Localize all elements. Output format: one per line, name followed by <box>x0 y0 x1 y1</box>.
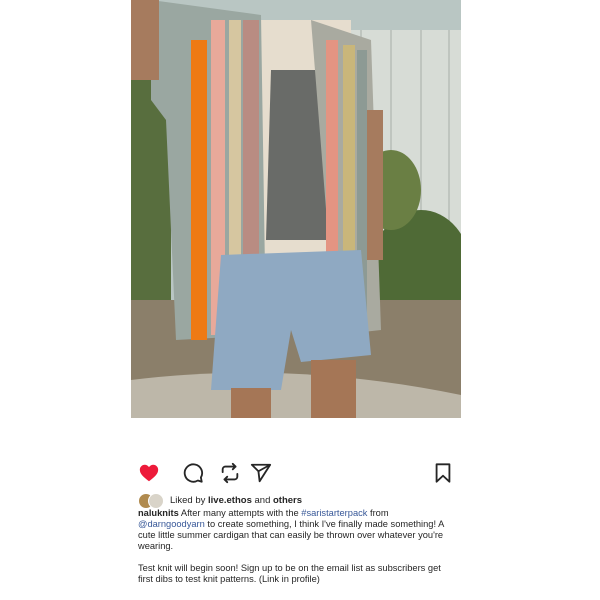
mention-link[interactable]: @darngoodyarn <box>138 519 205 529</box>
heart-icon[interactable] <box>138 462 160 484</box>
post-caption: naluknits After many attempts with the #… <box>138 508 456 585</box>
send-icon[interactable] <box>250 462 272 484</box>
bookmark-icon-glyph <box>435 463 451 483</box>
caption-text: After many attempts with the <box>178 508 302 518</box>
caption-text: from <box>367 508 389 518</box>
likes-connector: and <box>254 494 271 506</box>
avatar[interactable] <box>148 493 164 509</box>
post-photo[interactable] <box>131 0 461 418</box>
instagram-post: Liked by live.ethos and others naluknits… <box>131 0 461 600</box>
send-icon-glyph <box>250 463 272 483</box>
first-liker-link[interactable]: live.ethos <box>208 495 252 506</box>
comment-icon-glyph <box>183 463 204 483</box>
comment-icon[interactable] <box>182 462 204 484</box>
likes-prefix: Liked by <box>170 494 206 506</box>
repost-icon[interactable] <box>219 462 241 484</box>
others-link[interactable]: others <box>273 495 302 506</box>
hashtag-link[interactable]: #saristarterpack <box>301 508 367 518</box>
heart-icon-glyph <box>139 464 159 482</box>
caption-paragraph: naluknits After many attempts with the #… <box>138 508 456 552</box>
caption-paragraph-2: Test knit will begin soon! Sign up to be… <box>138 563 441 584</box>
bookmark-icon[interactable] <box>432 462 454 484</box>
post-action-bar <box>131 455 461 491</box>
likes-summary: Liked by live.ethos and others <box>138 491 302 509</box>
caption-username[interactable]: naluknits <box>138 508 179 518</box>
liker-avatars <box>138 493 166 509</box>
post-photo-image <box>131 0 461 418</box>
repost-icon-glyph <box>221 462 239 484</box>
